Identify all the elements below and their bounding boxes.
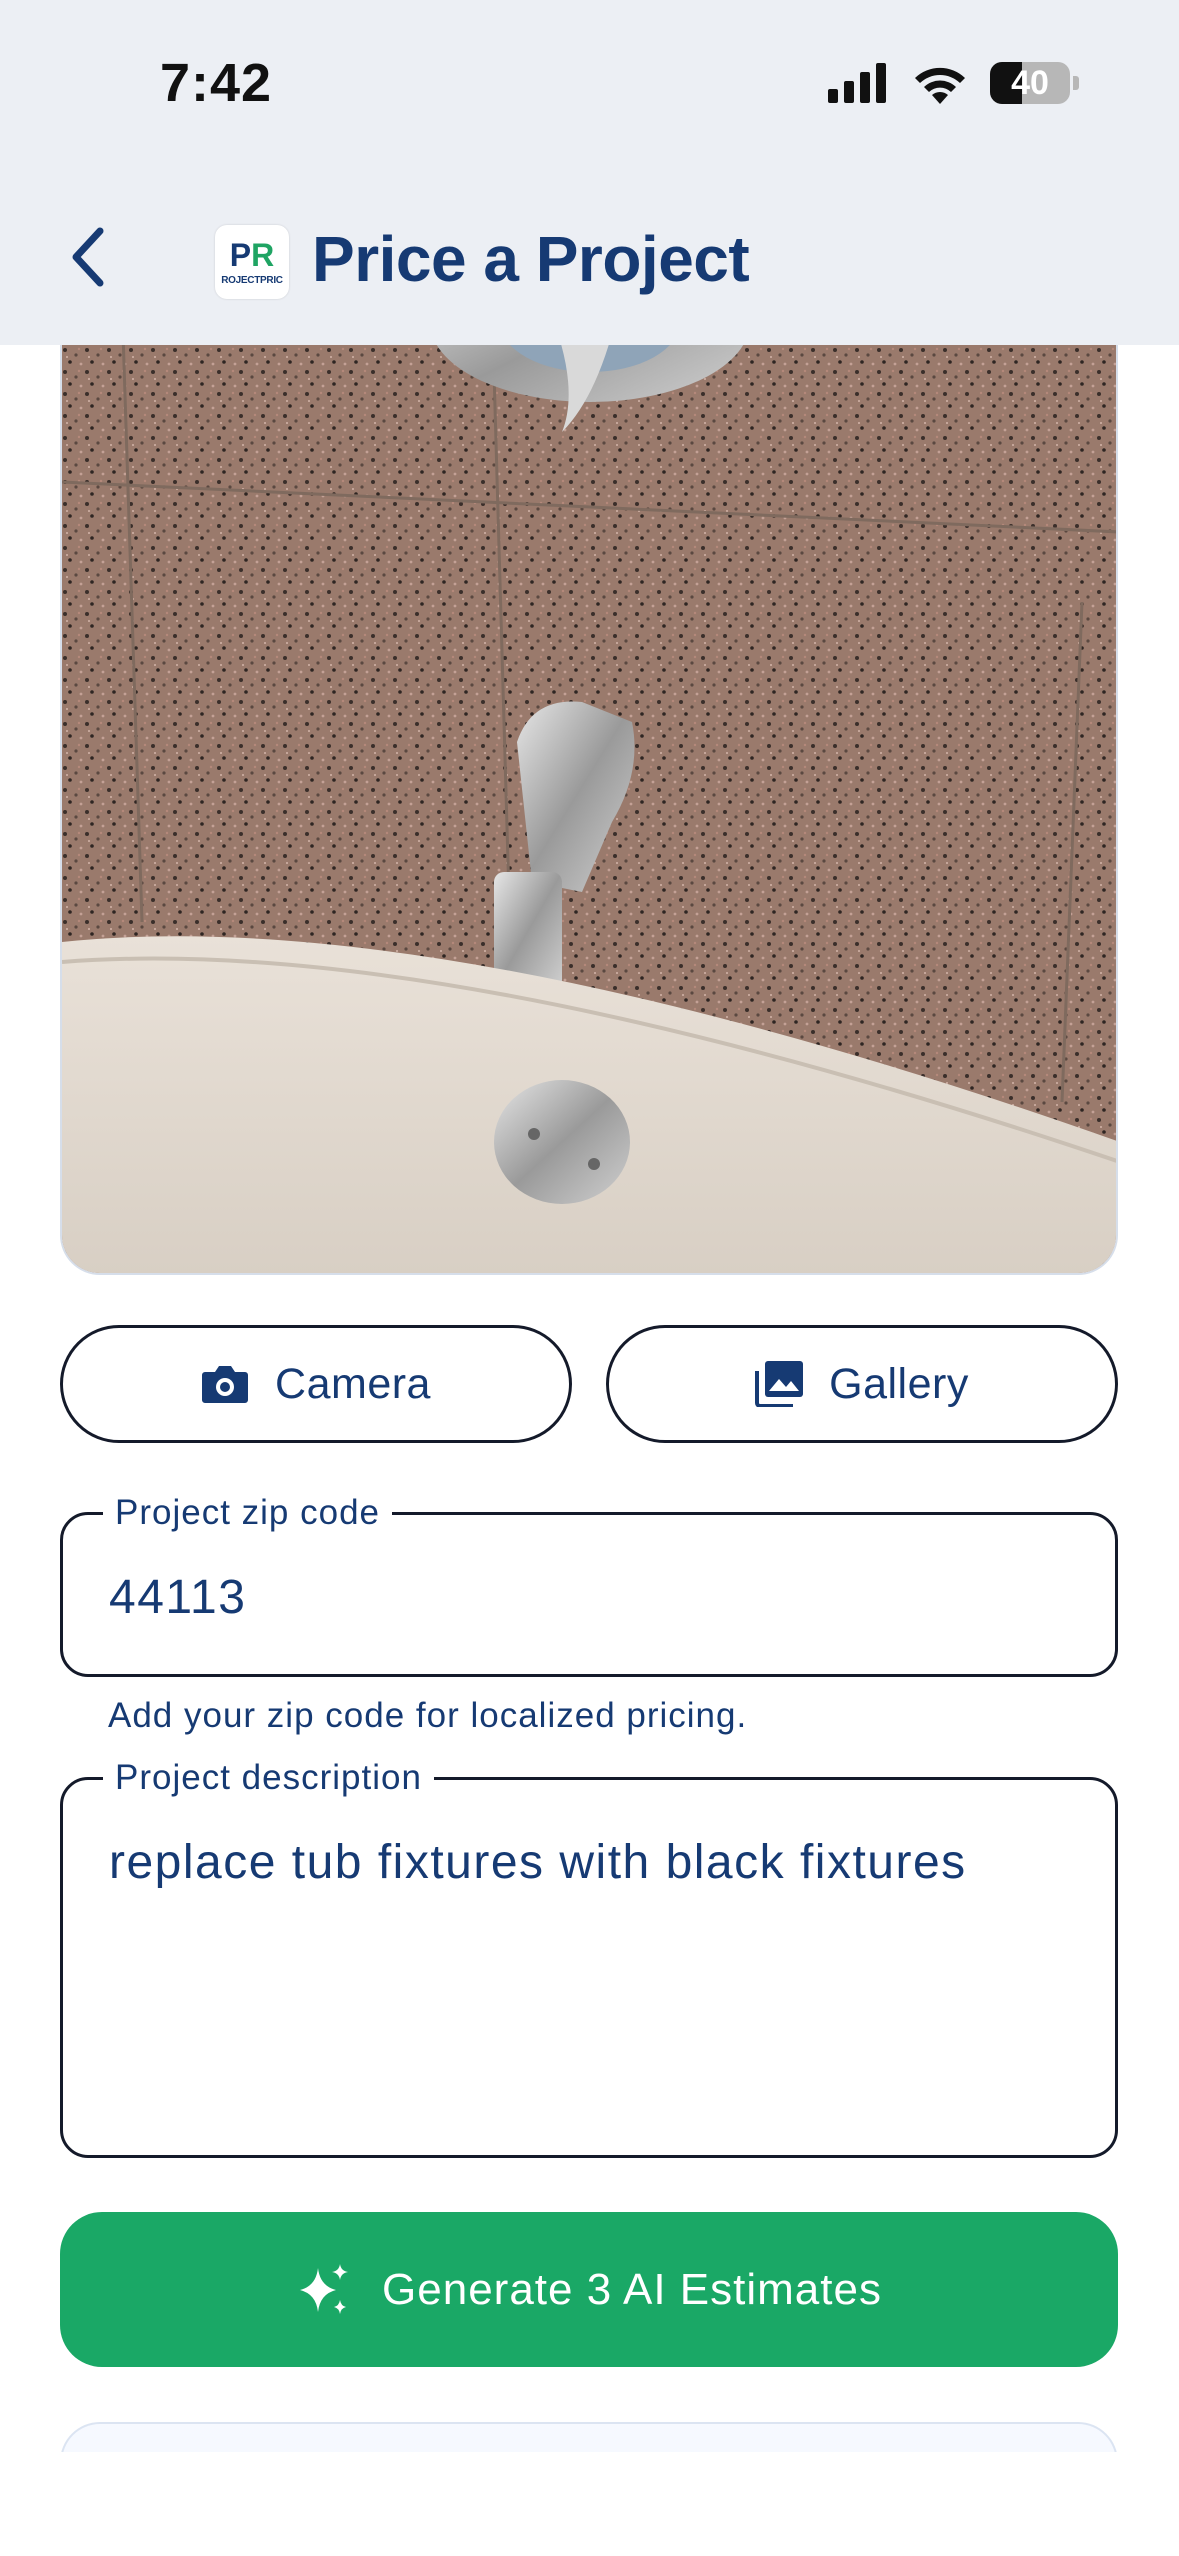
- sparkles-icon: [300, 2263, 349, 2314]
- status-time: 7:42: [160, 53, 273, 113]
- bathtub-faucet-photo: [62, 302, 1116, 1273]
- gallery-button-label: Gallery: [829, 1359, 969, 1408]
- zip-code-value[interactable]: 44113: [109, 1570, 246, 1625]
- camera-icon: [202, 1366, 249, 1403]
- generate-estimates-button[interactable]: Generate 3 AI Estimates: [60, 2212, 1118, 2367]
- chevron-left-icon: [72, 227, 104, 287]
- generate-estimates-label: Generate 3 AI Estimates: [382, 2264, 882, 2314]
- project-description-label: Project description: [103, 1758, 434, 1798]
- zip-code-field[interactable]: Project zip code 44113: [60, 1493, 1118, 1677]
- zip-code-label: Project zip code: [103, 1493, 393, 1533]
- camera-button-label: Camera: [275, 1359, 431, 1408]
- camera-button[interactable]: Camera: [60, 1325, 572, 1443]
- battery-cap: [1073, 76, 1079, 90]
- image-gallery-icon: [755, 1361, 804, 1407]
- zip-helper-text: Add your zip code for localized pricing.: [108, 1696, 748, 1735]
- battery-indicator: 40: [990, 62, 1070, 104]
- page-title: Price a Project: [312, 223, 750, 295]
- gallery-button[interactable]: Gallery: [606, 1325, 1118, 1443]
- cellular-signal-icon: [828, 63, 886, 103]
- battery-percent: 40: [1011, 63, 1049, 102]
- project-description-field[interactable]: Project description replace tub fixtures…: [60, 1758, 1118, 2158]
- wifi-icon: [915, 67, 965, 104]
- project-photo: [60, 300, 1118, 1275]
- status-icons: 40: [828, 62, 1079, 104]
- app-header: 7:42 40 PR ROJECTPRIC Price a Project: [0, 0, 1179, 345]
- page-bottom: [0, 2452, 1179, 2556]
- logo-mark: PR: [229, 236, 275, 273]
- app-logo: PR ROJECTPRIC: [215, 225, 289, 299]
- project-description-value[interactable]: replace tub fixtures with black fixtures: [109, 1835, 967, 1890]
- back-button[interactable]: [58, 222, 118, 292]
- logo-text: ROJECTPRIC: [221, 274, 283, 286]
